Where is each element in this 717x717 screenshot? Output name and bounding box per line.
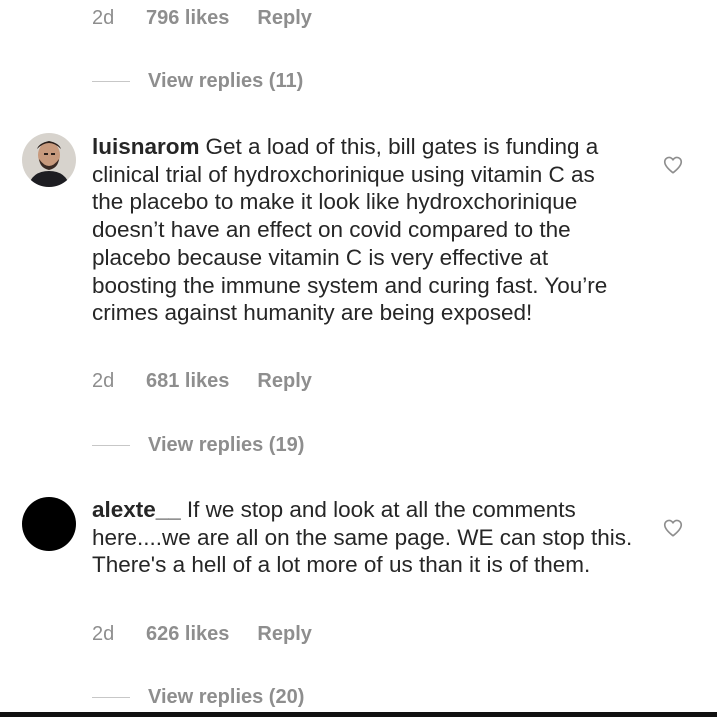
- view-replies-button[interactable]: View replies (11): [92, 67, 303, 95]
- view-replies-label: View replies (20): [148, 685, 305, 708]
- comment-time: 2d: [92, 6, 115, 29]
- heart-outline-icon[interactable]: [662, 517, 684, 539]
- avatar[interactable]: [22, 497, 76, 551]
- view-replies-divider: [92, 80, 130, 82]
- view-replies-label: View replies (19): [148, 433, 305, 456]
- comment-likes[interactable]: 796 likes: [146, 7, 229, 30]
- comment-meta: 2d 681 likes Reply: [92, 368, 312, 394]
- comment-time: 2d: [92, 622, 115, 645]
- bottom-edge-bar: [0, 712, 717, 717]
- avatar[interactable]: [22, 133, 76, 187]
- view-replies-divider: [92, 444, 130, 446]
- comment-time: 2d: [92, 369, 115, 392]
- comment-username[interactable]: luisnarom: [92, 134, 200, 159]
- comment-body: alexte__ If we stop and look at all the c…: [92, 496, 637, 579]
- reply-button[interactable]: Reply: [257, 623, 311, 646]
- comment-likes[interactable]: 626 likes: [146, 623, 229, 646]
- view-replies-button[interactable]: View replies (20): [92, 683, 304, 711]
- comment-text: Get a load of this, bill gates is fundin…: [92, 134, 608, 326]
- avatar-photo: [22, 133, 76, 187]
- view-replies-divider: [92, 696, 130, 698]
- comment-meta: 2d 626 likes Reply: [92, 621, 312, 647]
- comment-body: luisnarom Get a load of this, bill gates …: [92, 133, 632, 327]
- heart-outline-icon[interactable]: [662, 154, 684, 176]
- comment-meta-top: 2d 796 likes Reply: [92, 5, 312, 31]
- reply-button[interactable]: Reply: [257, 370, 311, 393]
- view-replies-button[interactable]: View replies (19): [92, 431, 304, 459]
- reply-button[interactable]: Reply: [257, 7, 311, 30]
- comment-likes[interactable]: 681 likes: [146, 370, 229, 393]
- comment-username[interactable]: alexte__: [92, 497, 181, 522]
- view-replies-label: View replies (11): [148, 69, 304, 92]
